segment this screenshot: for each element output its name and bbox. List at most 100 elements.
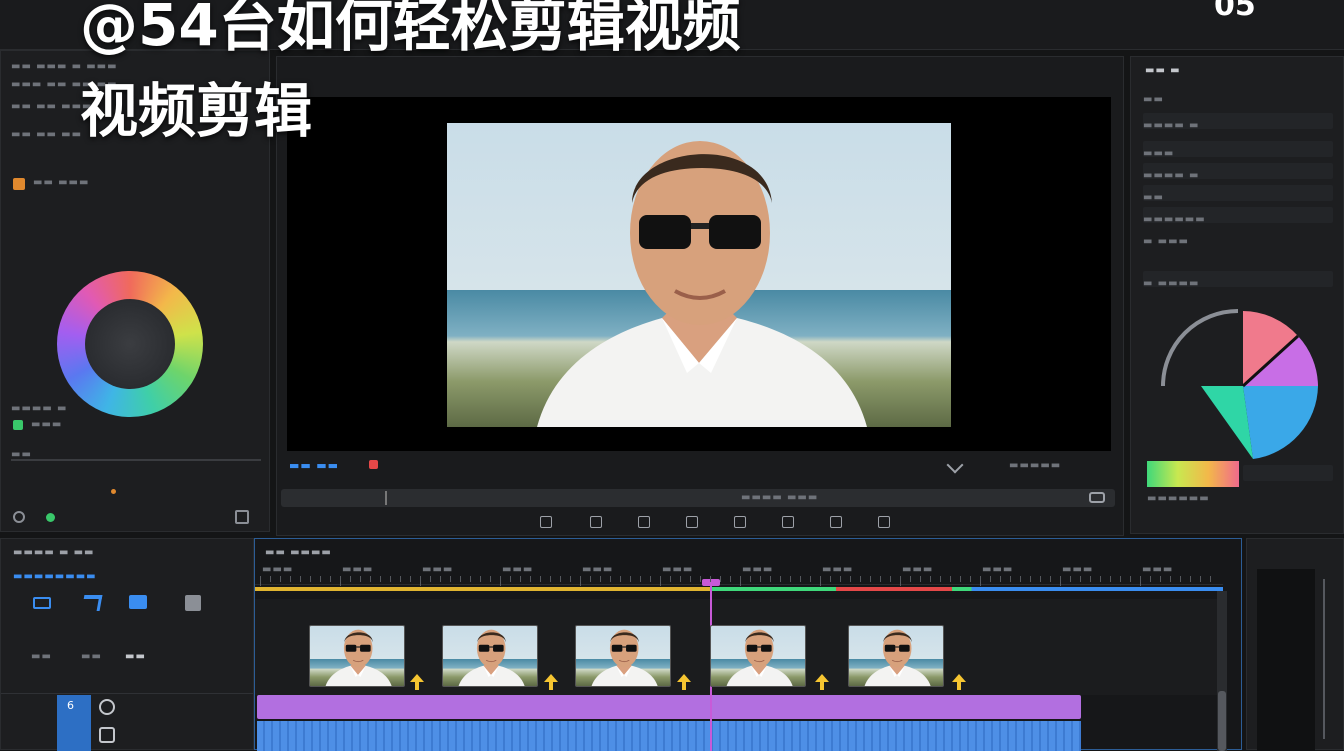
ruler-tick — [540, 576, 541, 582]
ruler-tick — [1150, 576, 1151, 582]
ruler-tick — [690, 576, 691, 582]
record-icon[interactable] — [369, 460, 378, 469]
ruler-tick — [860, 576, 861, 582]
slider-track[interactable] — [11, 459, 261, 461]
crop-icon[interactable] — [734, 516, 746, 528]
track-header-subtitle: ▬▬▬▬▬▬▬▬ — [13, 571, 97, 582]
inspector-row-2[interactable]: ▬▬▬▬ ▬ — [1143, 113, 1333, 131]
ruler-tick — [710, 576, 711, 582]
gradient-bar[interactable] — [1147, 461, 1239, 487]
track-header-title: ▬▬▬▬ ▬ ▬▬ — [13, 547, 95, 558]
track-header-panel: ▬▬▬▬ ▬ ▬▬ ▬▬▬▬▬▬▬▬ ▬▬ ▬▬ ▬▬ 6 — [0, 538, 254, 751]
inspector-panel: ▬▬ ▬ ▬▬ ▬▬▬▬ ▬ ▬▬▬ ▬▬▬▬ ▬ ▬▬ ▬▬▬▬▬▬ ▬ ▬▬… — [1130, 56, 1344, 534]
link-icon[interactable] — [782, 516, 794, 528]
playhead-handle[interactable] — [702, 579, 720, 586]
ruler-tick — [300, 576, 301, 582]
ruler-tick — [850, 576, 851, 582]
slider-knob[interactable] — [111, 489, 116, 494]
color-wheel[interactable] — [57, 271, 203, 417]
video-track-icon[interactable] — [33, 597, 51, 609]
video-clip-thumbnail-3[interactable] — [575, 625, 671, 687]
ruler-tick — [880, 576, 881, 582]
track-selected-cell[interactable] — [57, 695, 91, 751]
inspector-row-4[interactable]: ▬▬▬▬ ▬ — [1143, 163, 1333, 181]
overlay-corner-text: 05 — [1214, 0, 1256, 23]
viewer-right-label: ▬▬▬▬▬ — [1009, 460, 1062, 471]
ruler-label: ▬▬▬ — [422, 564, 454, 575]
list-icon[interactable] — [686, 516, 698, 528]
ruler-tick — [450, 576, 451, 582]
ruler-label: ▬▬▬ — [822, 564, 854, 575]
grid-icon[interactable] — [590, 516, 602, 528]
inspector-row-7[interactable]: ▬ ▬▬▬ — [1143, 229, 1333, 247]
ruler-tick — [750, 576, 751, 582]
inspector-row-5[interactable]: ▬▬ — [1143, 185, 1333, 203]
video-clip-thumbnail-1[interactable] — [309, 625, 405, 687]
inspector-row-6[interactable]: ▬▬▬▬▬▬ — [1143, 207, 1333, 225]
layer-number: 6 — [67, 699, 74, 712]
track-lock-icon[interactable] — [99, 727, 115, 743]
audio-meter-panel — [1246, 538, 1344, 751]
section-label: ▬▬ ▬▬▬ — [33, 177, 90, 188]
settings-icon[interactable] — [13, 511, 25, 523]
flag-icon[interactable] — [878, 516, 890, 528]
ruler-tick — [580, 576, 581, 586]
marker-arrow-icon[interactable] — [677, 674, 691, 690]
ruler-label: ▬▬▬ — [1062, 564, 1094, 575]
ruler-tick — [520, 576, 521, 582]
ruler-tick — [1090, 576, 1091, 582]
ruler-tick — [1120, 576, 1121, 582]
ruler-tick — [490, 576, 491, 582]
music-icon[interactable] — [81, 595, 103, 611]
ruler-tick — [920, 576, 921, 582]
ruler-tick — [530, 576, 531, 582]
marker-arrow-icon[interactable] — [544, 674, 558, 690]
audio-clip[interactable] — [257, 721, 1081, 751]
ruler-label: ▬▬▬ — [902, 564, 934, 575]
scrubber-bar[interactable]: ▬▬▬▬ ▬▬▬ — [281, 489, 1115, 507]
person-figure — [537, 141, 867, 427]
image-icon[interactable] — [129, 595, 147, 609]
ruler-tick — [360, 576, 361, 582]
ruler-tick — [510, 576, 511, 582]
ruler-label: ▬▬▬ — [342, 564, 374, 575]
clip-icon[interactable] — [540, 516, 552, 528]
video-frame[interactable] — [447, 123, 951, 427]
inspector-row-8[interactable]: ▬ ▬▬▬▬ — [1143, 271, 1333, 289]
hue-pie-chart[interactable] — [1153, 301, 1323, 461]
gradient-field[interactable] — [1243, 465, 1333, 481]
ruler-label: ▬▬▬ — [982, 564, 1014, 575]
ruler-tick — [1200, 576, 1201, 582]
cut-icon[interactable] — [946, 456, 964, 474]
track-mute-icon[interactable] — [99, 699, 115, 715]
scrollbar-thumb[interactable] — [1218, 691, 1226, 751]
book-icon[interactable] — [638, 516, 650, 528]
video-clip-thumbnail-4[interactable] — [710, 625, 806, 687]
zoom-icon[interactable] — [830, 516, 842, 528]
overlay-title-line2: 视频剪辑 — [80, 77, 313, 145]
ruler-tick — [650, 576, 651, 582]
inspector-row-1[interactable]: ▬▬ — [1143, 87, 1333, 105]
overlay-title-line1: @54台如何轻松剪辑视频 — [80, 0, 741, 59]
ruler-tick — [550, 576, 551, 582]
ruler-tick — [640, 576, 641, 582]
inspector-row-3[interactable]: ▬▬▬ — [1143, 141, 1333, 159]
slider-label-1: ▬▬▬▬ ▬ — [11, 403, 68, 414]
ruler-tick — [420, 576, 421, 586]
timeline-scrollbar[interactable] — [1217, 591, 1227, 751]
marker-arrow-icon[interactable] — [952, 674, 966, 690]
video-effect-clip[interactable] — [257, 695, 1081, 719]
marker-arrow-icon[interactable] — [410, 674, 424, 690]
video-clip-thumbnail-2[interactable] — [442, 625, 538, 687]
ruler-tick — [410, 576, 411, 582]
slider-label-2: ▬▬▬ — [31, 419, 63, 430]
marker-arrow-icon[interactable] — [815, 674, 829, 690]
gradient-label: ▬▬▬▬▬▬ — [1147, 493, 1210, 504]
ruler-tick — [1070, 576, 1071, 582]
track-separator — [1, 693, 253, 694]
loop-icon[interactable] — [1089, 492, 1105, 503]
fit-icon[interactable] — [235, 510, 249, 524]
ruler-tick — [560, 576, 561, 582]
video-clip-thumbnail-5[interactable] — [848, 625, 944, 687]
save-icon[interactable] — [185, 595, 201, 611]
